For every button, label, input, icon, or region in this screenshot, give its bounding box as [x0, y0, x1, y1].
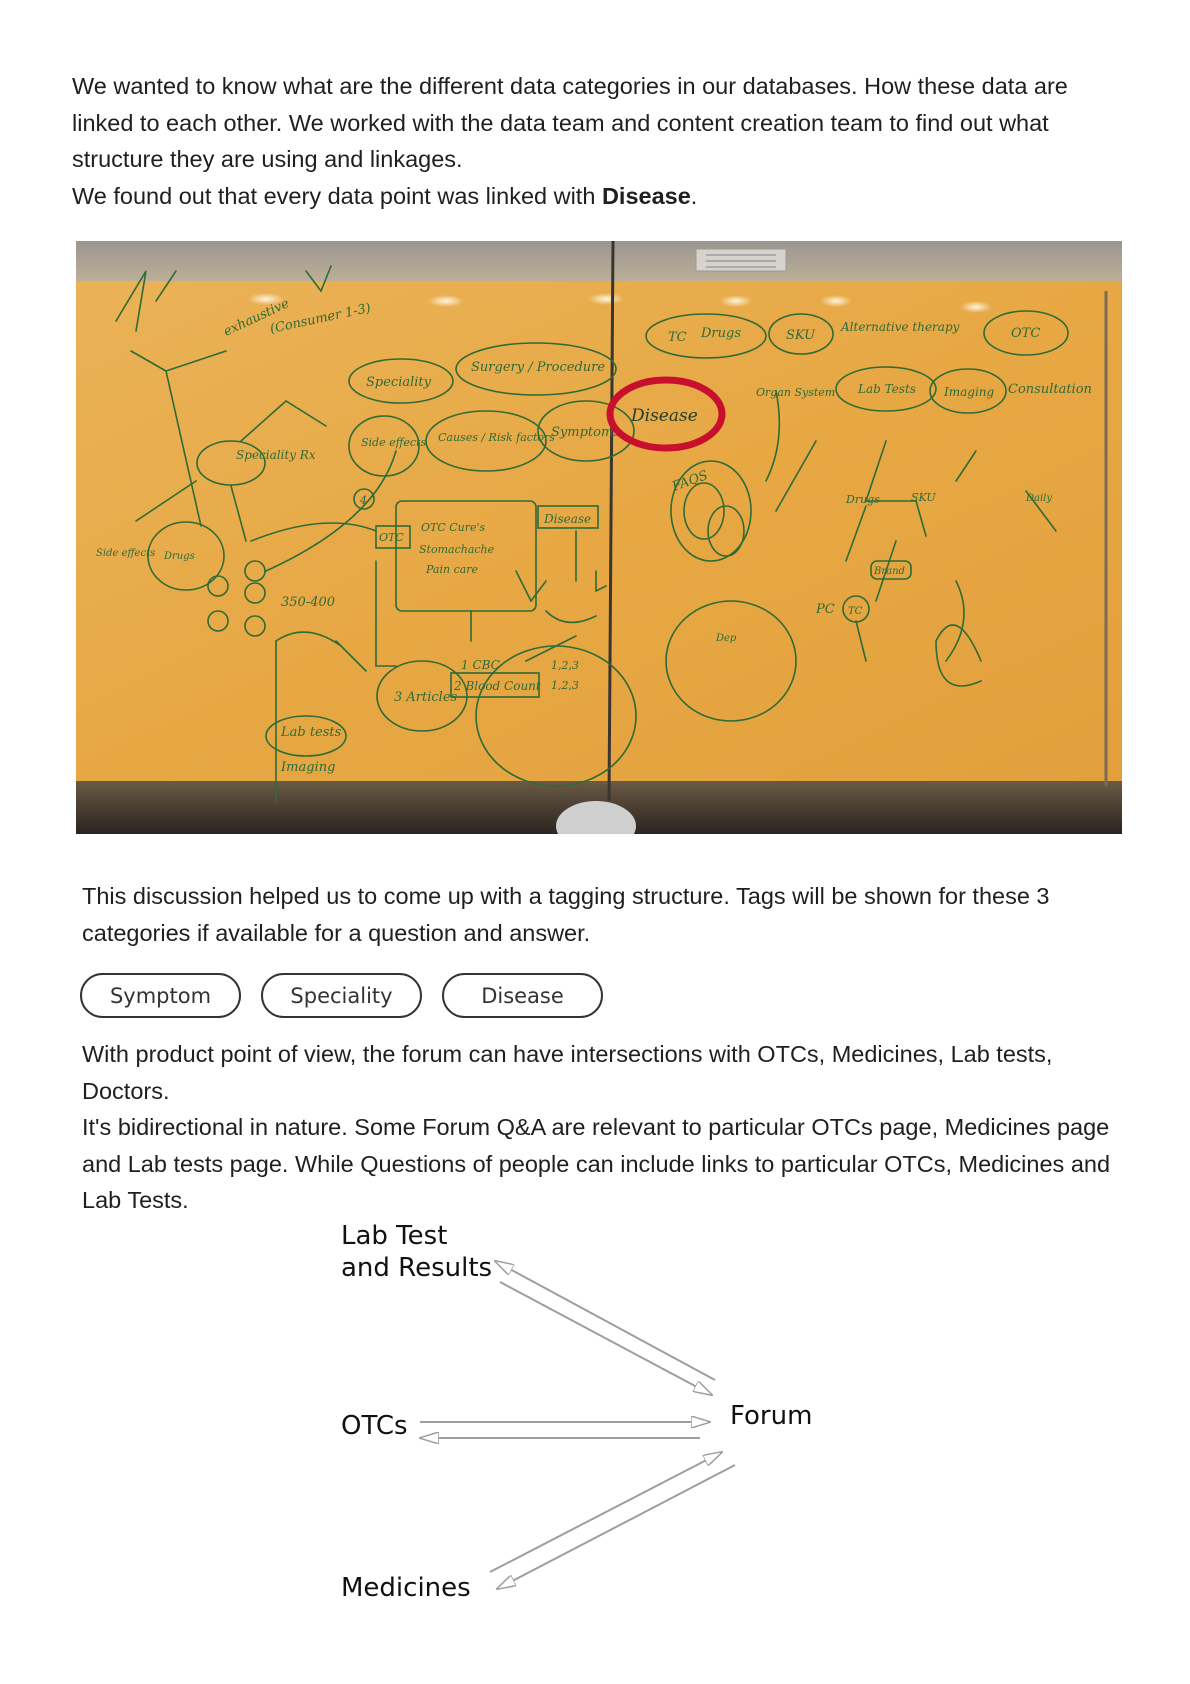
glare-spot [720, 295, 752, 307]
brand-text: Brand [873, 566, 905, 577]
node-otcs: OTCs [341, 1411, 408, 1441]
intro-line2-bold: Disease [601, 182, 691, 209]
side-effects-left-text: Side effects [96, 548, 155, 559]
pain-care-text: Pain care [425, 563, 479, 576]
glare-spot [588, 293, 624, 305]
arrow-forum-to-medicines [497, 1464, 736, 1589]
otc-top-text: OTC [1011, 326, 1040, 341]
causes-text: Causes / Risk factors [438, 431, 555, 444]
whiteboard-photo: exhaustive (Consumer 1-3) Speciality Sur… [76, 241, 1122, 834]
intro-line1: We wanted to know what are the different… [72, 73, 1068, 172]
surgery-text: Surgery / Procedure [471, 360, 605, 375]
glare-spot [820, 295, 852, 307]
tc-right-text: TC [848, 606, 863, 617]
symptoms-text: Symptoms [551, 425, 620, 440]
product-line1: With product point of view, the forum ca… [82, 1041, 1053, 1104]
whiteboard-surface [76, 281, 1122, 781]
arrow-forum-to-labtest [495, 1261, 716, 1381]
otc-box-text: OTC [379, 531, 404, 544]
tagging-paragraph: This discussion helped us to come up wit… [82, 883, 1050, 946]
sku-text: SKU [786, 328, 816, 343]
speciality-rx-text: Speciality Rx [236, 448, 316, 462]
stomachache-text: Stomachache [419, 543, 495, 556]
consultation-text: Consultation [1008, 382, 1092, 397]
sku-right-text: SKU [911, 491, 936, 504]
tag-symptom: Symptom [80, 973, 241, 1018]
pc-text: PC [815, 602, 835, 617]
drugs-right-text: Drugs [845, 493, 880, 506]
product-paragraph: With product point of view, the forum ca… [82, 1036, 1142, 1219]
otc-cure-text: OTC Cure's [421, 521, 486, 534]
arrow-medicines-to-forum [489, 1452, 722, 1573]
intro-line2-prefix: We found out that every data point was l… [72, 182, 602, 209]
node-forum: Forum [730, 1401, 813, 1431]
lab-tests-left-text: Lab tests [280, 725, 342, 740]
tag-disease: Disease [442, 973, 603, 1018]
daily-text: Daily [1025, 493, 1052, 504]
cbc-text: 1 CBC [461, 658, 500, 672]
disease-circled-text: Disease [630, 406, 698, 426]
glare-spot [428, 295, 464, 307]
organ-system-text: Organ System [756, 386, 835, 399]
tag-speciality: Speciality [261, 973, 422, 1018]
num123b-text: 1,2,3 [551, 679, 579, 692]
lab-tests-right-text: Lab Tests [857, 382, 916, 396]
disease-mid-text: Disease [543, 512, 591, 526]
num4-text: 4 [359, 494, 367, 507]
imaging-right-text: Imaging [943, 385, 995, 399]
drugs-left-text: Drugs [163, 551, 195, 562]
imaging-left-text: Imaging [280, 760, 335, 775]
blood-count-text: 2 Blood Count [453, 679, 541, 693]
alternative-text: Alternative therapy [840, 320, 960, 334]
glare-spot [960, 301, 992, 313]
node-lab-test: Lab Test and Results [341, 1221, 493, 1283]
arrow-labtest-to-forum [499, 1281, 712, 1395]
range-text: 350-400 [281, 595, 335, 610]
articles-text: 3 Articles [394, 690, 458, 705]
drugs-top-text: Drugs [700, 326, 741, 341]
dep-text: Dep [715, 633, 737, 644]
num123a-text: 1,2,3 [551, 659, 579, 672]
intro-line2-suffix: . [690, 182, 698, 209]
node-medicines: Medicines [341, 1573, 471, 1603]
side-effects-text: Side effects [361, 436, 426, 449]
tc-text: TC [668, 330, 687, 345]
product-line2: It's bidirectional in nature. Some Forum… [82, 1114, 1111, 1213]
intro-paragraph: We wanted to know what are the different… [72, 68, 1132, 214]
speciality-text: Speciality [366, 375, 432, 390]
